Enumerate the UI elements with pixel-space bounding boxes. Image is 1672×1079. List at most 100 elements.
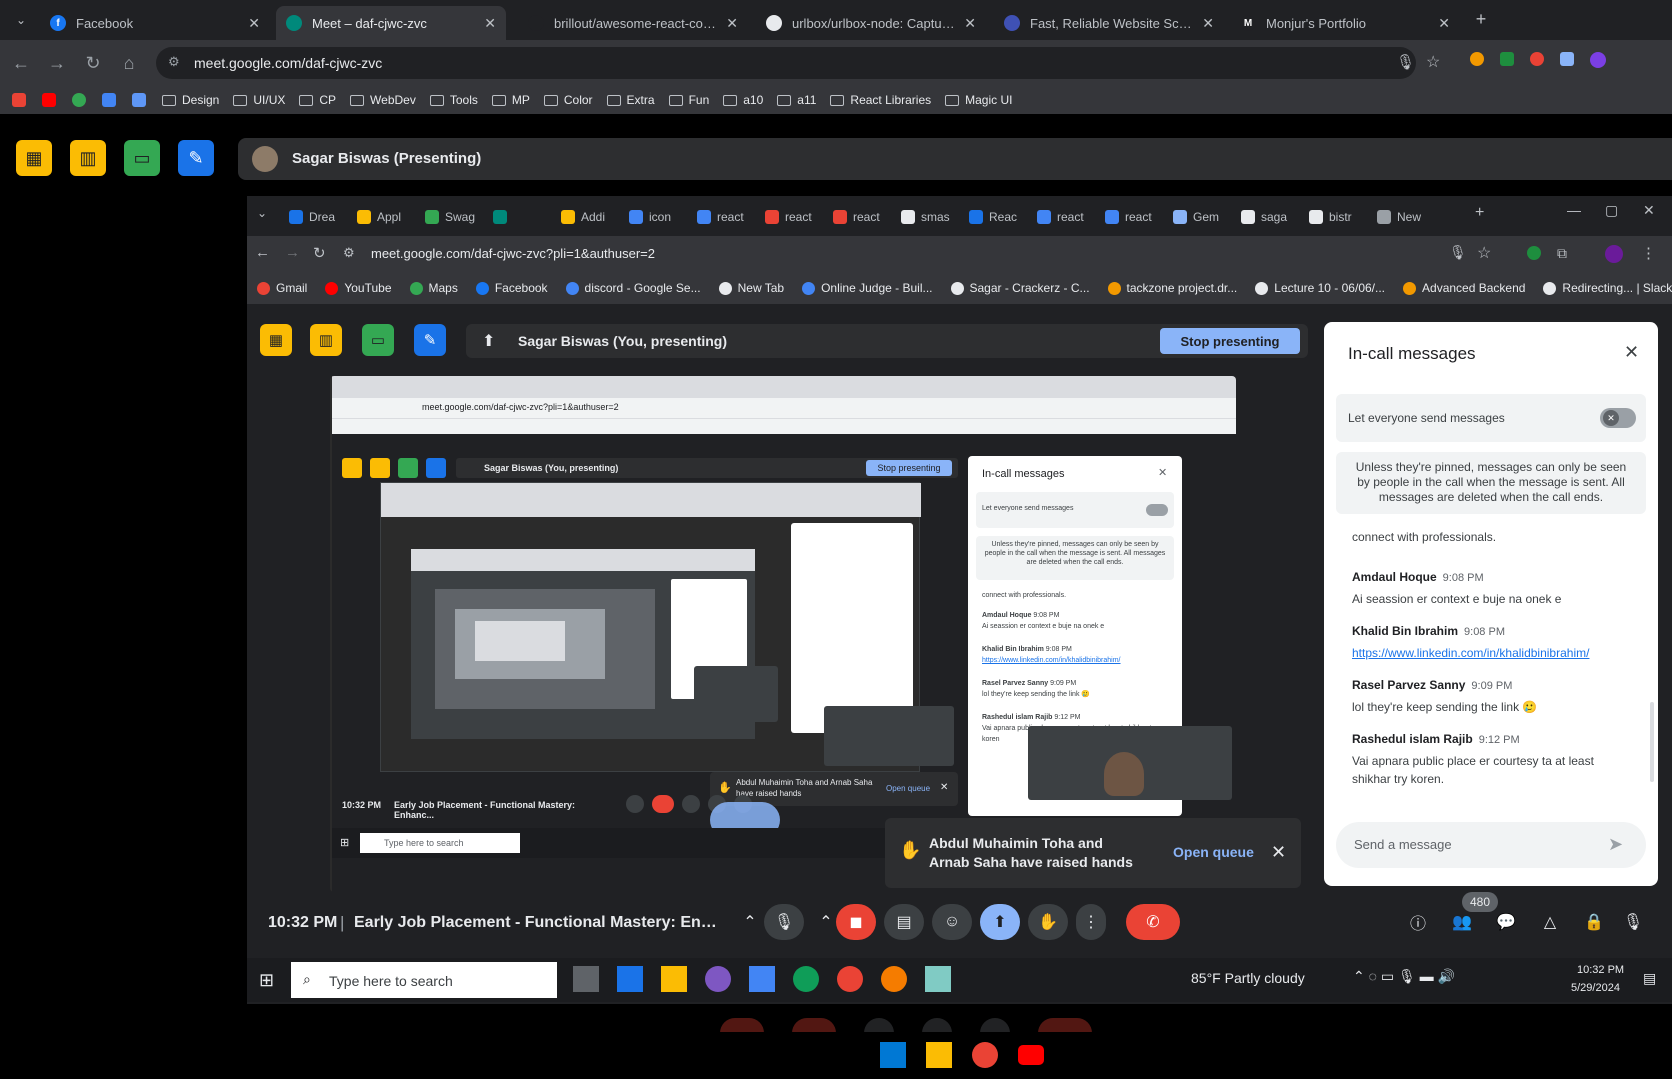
inner-bookmark[interactable]: Facebook [475, 281, 548, 295]
translate-icon[interactable] [132, 93, 146, 107]
bookmark-star-icon[interactable]: ☆ [1426, 52, 1440, 72]
inner-addon-icon[interactable]: ▦ [260, 324, 292, 356]
tool-app-icon[interactable] [749, 966, 775, 992]
inner-tab[interactable]: Appl [357, 204, 401, 230]
inner-tab[interactable]: smas [901, 204, 950, 230]
inner-tab[interactable]: icon [629, 204, 671, 230]
chrome-icon[interactable] [972, 1042, 998, 1068]
activities-icon[interactable]: △ [1530, 904, 1570, 940]
edge-app-icon[interactable] [793, 966, 819, 992]
inner-bookmark[interactable]: Online Judge - Buil... [802, 281, 933, 295]
bookmark-folder[interactable]: Magic UI [945, 93, 1012, 107]
mic-icon[interactable]: 🎙 [1396, 53, 1415, 71]
home-icon[interactable]: ⌂ [116, 50, 142, 76]
bookmark-folder[interactable]: React Libraries [830, 93, 931, 107]
video-options-icon[interactable]: ⌃ [816, 904, 836, 940]
bookmark-folder[interactable]: Design [162, 93, 219, 107]
meet-addon-icon[interactable]: ▦ [16, 140, 52, 176]
new-tab-icon[interactable]: + [1468, 6, 1494, 32]
bookmark-folder[interactable]: Extra [606, 93, 655, 107]
inner-tab-search-icon[interactable]: ⌄ [257, 206, 267, 220]
bookmark-folder[interactable]: UI/UX [233, 93, 285, 107]
inner-tab[interactable] [493, 204, 513, 230]
inner-site-info-icon[interactable]: ⚙ [343, 245, 355, 261]
inner-tab[interactable]: react [833, 204, 880, 230]
meet-draw-icon[interactable]: ✎ [178, 140, 214, 176]
chat-scrollbar[interactable] [1650, 702, 1654, 782]
outer-tab[interactable]: Fast, Reliable Website Screensh ✕ [994, 6, 1224, 40]
inner-back-icon[interactable]: ← [255, 244, 270, 261]
chat-input[interactable]: Send a message ➤ [1336, 822, 1646, 868]
extension-icon[interactable] [1470, 52, 1484, 66]
emoji-button[interactable]: ☺ [932, 904, 972, 940]
inner-activity-icon[interactable]: ▥ [310, 324, 342, 356]
inner-bookmark[interactable]: Maps [409, 281, 458, 295]
tab-close-icon[interactable]: ✕ [726, 15, 738, 32]
inner-new-tab-icon[interactable]: + [1475, 204, 1484, 222]
present-button[interactable]: ⬆ [980, 904, 1020, 940]
inner-bookmark[interactable]: tackzone project.dr... [1107, 281, 1237, 295]
inner-mic-icon[interactable]: 🎙 [1449, 244, 1467, 261]
more-options-button[interactable]: ⋮ [1076, 904, 1106, 940]
postman-app-icon[interactable] [881, 966, 907, 992]
window-close-icon[interactable]: ✕ [1643, 202, 1655, 219]
bookmark-folder[interactable]: Color [543, 93, 593, 107]
outer-tab[interactable]: M Monjur's Portfolio ✕ [1230, 6, 1460, 40]
inner-tab[interactable]: react [1037, 204, 1084, 230]
notification-icon[interactable]: ▤ [1643, 970, 1656, 987]
side-mic-icon[interactable]: 🎙 [1618, 904, 1648, 940]
explorer-app-icon[interactable] [661, 966, 687, 992]
bookmark-folder[interactable]: Fun [668, 93, 709, 107]
inner-bookmark[interactable]: Redirecting... | Slack [1543, 281, 1672, 295]
audio-options-icon[interactable]: ⌃ [740, 904, 760, 940]
tab-close-icon[interactable]: ✕ [1202, 15, 1214, 32]
store-app-icon[interactable] [573, 966, 599, 992]
chrome-app-icon[interactable] [837, 966, 863, 992]
extension-icon[interactable] [1530, 52, 1544, 66]
vm-app-icon[interactable] [925, 966, 951, 992]
extension-icon[interactable] [1500, 52, 1514, 66]
taskbar-clock-time[interactable]: 10:32 PM [1577, 964, 1624, 976]
inner-bookmark[interactable]: discord - Google Se... [565, 281, 701, 295]
inner-bookmark[interactable]: New Tab [718, 281, 784, 295]
tab-close-icon[interactable]: ✕ [964, 15, 976, 32]
microphone-button[interactable]: 🎙 [764, 904, 804, 940]
meet-whiteboard-icon[interactable]: ▭ [124, 140, 160, 176]
inner-bookmark[interactable]: Advanced Backend [1403, 281, 1525, 295]
windows-start-button[interactable] [880, 1042, 906, 1068]
maximize-icon[interactable]: ▢ [1605, 202, 1618, 219]
inner-tab[interactable]: Addi [561, 204, 605, 230]
inner-tab[interactable]: Reac [969, 204, 1017, 230]
bookmark-folder[interactable]: CP [299, 93, 336, 107]
inner-bookmark[interactable]: YouTube [325, 281, 392, 295]
tab-close-icon[interactable]: ✕ [1438, 15, 1450, 32]
outer-address-bar[interactable]: ⚙ meet.google.com/daf-cjwc-zvc 🎙 [156, 47, 1416, 79]
media-app-icon[interactable] [705, 966, 731, 992]
gmail-icon[interactable] [12, 93, 26, 107]
maps-icon[interactable] [72, 93, 86, 107]
inner-bookmark[interactable]: Sagar - Crackerz - C... [950, 281, 1090, 295]
reload-icon[interactable]: ↻ [80, 50, 106, 76]
open-queue-link[interactable]: Open queue [1173, 844, 1254, 860]
inner-tab[interactable]: bistr [1309, 204, 1352, 230]
inner-bookmark[interactable]: Lecture 10 - 06/06/... [1255, 281, 1385, 295]
bookmark-folder[interactable]: MP [491, 93, 530, 107]
chat-close-icon[interactable]: ✕ [1624, 342, 1639, 363]
inner-tab[interactable]: saga [1241, 204, 1287, 230]
inner-extension-icon[interactable] [1527, 246, 1541, 260]
camera-off-button[interactable]: ◼ [836, 904, 876, 940]
inner-tab[interactable]: Drea [289, 204, 335, 230]
windows-start-icon[interactable]: ⊞ [259, 970, 274, 991]
bookmark-folder[interactable]: a10 [723, 93, 763, 107]
inner-tab[interactable]: react [1105, 204, 1152, 230]
tab-search-icon[interactable]: ⌄ [8, 7, 34, 33]
leave-call-button[interactable]: ✆ [1126, 904, 1180, 940]
tab-close-icon[interactable]: ✕ [484, 15, 496, 32]
inner-tab[interactable]: react [765, 204, 812, 230]
inner-forward-icon[interactable]: → [285, 244, 300, 261]
extension-icon[interactable] [1560, 52, 1574, 66]
raise-hand-button[interactable]: ✋ [1028, 904, 1068, 940]
meet-activity-icon[interactable]: ▥ [70, 140, 106, 176]
bookmark-folder[interactable]: WebDev [350, 93, 416, 107]
inner-draw-icon[interactable]: ✎ [414, 324, 446, 356]
